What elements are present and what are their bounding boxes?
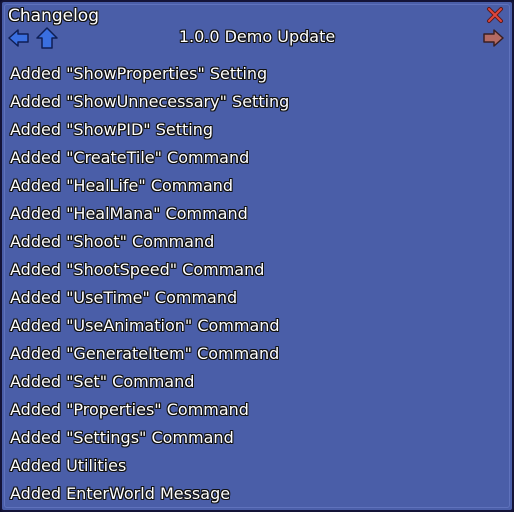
window-title: Changelog: [8, 6, 100, 26]
changelog-entry: Added "Settings" Command: [10, 428, 234, 447]
changelog-entry: Added "ShowProperties" Setting: [10, 64, 268, 83]
changelog-entry: Added "UseTime" Command: [10, 288, 238, 307]
changelog-entry: Added "GenerateItem" Command: [10, 344, 280, 363]
arrow-right-icon[interactable]: [482, 28, 504, 48]
changelog-entry: Added "Properties" Command: [10, 400, 249, 419]
changelog-entry: Added "Set" Command: [10, 372, 195, 391]
changelog-entry: Added "UseAnimation" Command: [10, 316, 280, 335]
changelog-entry: Added "ShowUnnecessary" Setting: [10, 92, 290, 111]
changelog-entry: Added "HealMana" Command: [10, 204, 248, 223]
close-icon[interactable]: [486, 6, 504, 24]
changelog-entry: Added "Shoot" Command: [10, 232, 215, 251]
changelog-entry: Added "HealLife" Command: [10, 176, 234, 195]
version-title: 1.0.0 Demo Update: [178, 27, 336, 46]
changelog-entry: Added Utilities: [10, 456, 127, 475]
changelog-list: Added "ShowProperties" Setting Added "Sh…: [10, 62, 504, 510]
changelog-entry: Added EnterWorld Message: [10, 484, 231, 503]
changelog-entry: Added "ShowPID" Setting: [10, 120, 214, 139]
changelog-panel: Changelog 1.0.0 Demo Update Added "ShowP…: [0, 0, 514, 512]
changelog-entry: Added "ShootSpeed" Command: [10, 260, 265, 279]
changelog-entry: Added "CreateTile" Command: [10, 148, 250, 167]
